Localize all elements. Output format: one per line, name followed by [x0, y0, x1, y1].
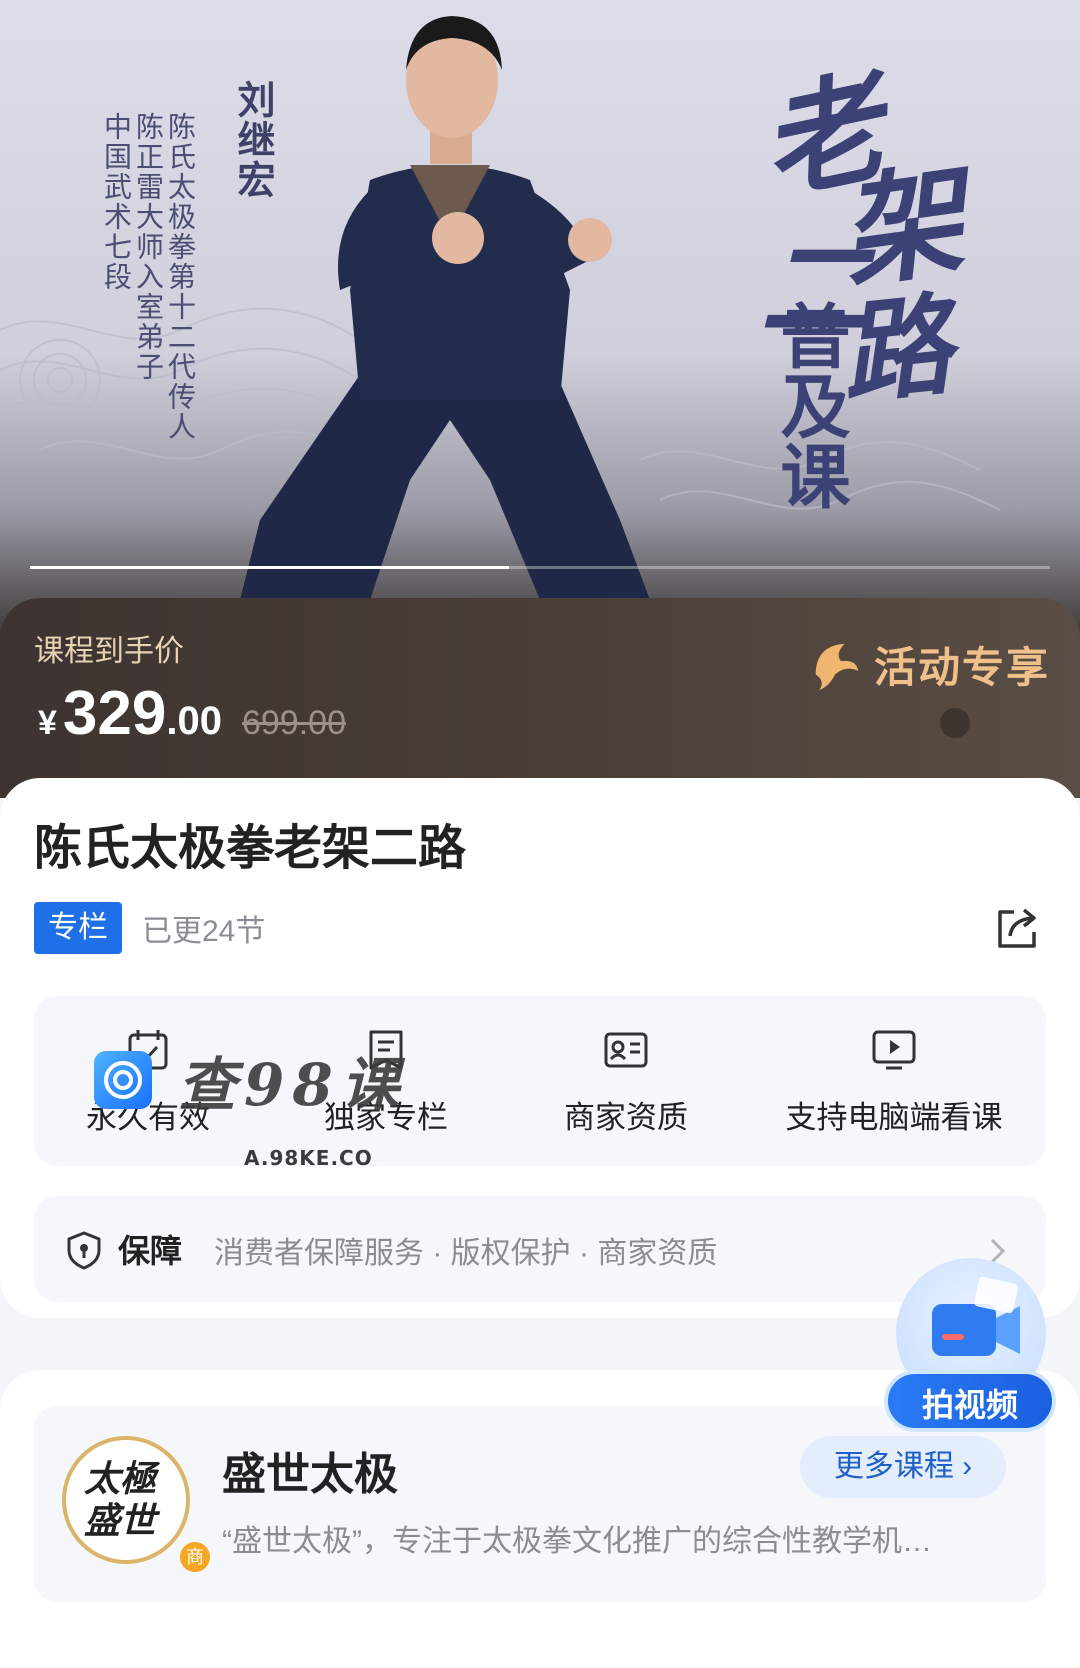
guarantee-items: 消费者保障服务 · 版权保护 · 商家资质: [214, 1237, 718, 1270]
shop-avatar[interactable]: 太極盛世: [62, 1436, 190, 1564]
decor-dot: [940, 708, 970, 738]
monitor-play-icon: [872, 1030, 916, 1070]
price-band: 课程到手价 ¥329.00 699.00 活动专享: [0, 598, 1080, 798]
more-courses-label: 更多课程: [833, 1450, 954, 1483]
course-info-card: 陈氏太极拳老架二路 专栏 已更24节 永久有效 独家专栏 商家资质 支持电脑端看…: [0, 778, 1080, 1318]
update-status: 已更24节: [142, 915, 266, 948]
promo-tag: 活动专享: [806, 634, 1050, 695]
feature-label: 商家资质: [564, 1100, 688, 1135]
shield-icon: [67, 1231, 101, 1270]
shop-description: “盛世太极”，专注于太极拳文化推广的综合性教学机…: [222, 1525, 932, 1558]
shoot-video-label: 拍视频: [884, 1370, 1056, 1432]
currency-symbol: ¥: [38, 704, 57, 742]
carousel-progress-bar: [30, 566, 1050, 569]
feature-list: 永久有效 独家专栏 商家资质 支持电脑端看课 查98课 A.98KE.CO: [34, 996, 1046, 1170]
poster-subtitle: 普及课: [769, 300, 852, 510]
original-price: 699.00: [241, 704, 346, 742]
price-integer: 329: [62, 679, 167, 748]
column-badge: 专栏: [34, 902, 122, 954]
course-cover-banner[interactable]: 刘继宏 陈氏太极拳第十二代传人 陈正雷大师入室弟子 中国武术七段 老 架 二 路…: [0, 0, 1080, 640]
promo-label: 活动专享: [873, 644, 1050, 691]
feature-item: 商家资质: [506, 1026, 746, 1137]
watermark-text: 查98课: [178, 1051, 407, 1119]
teacher-title: 中国武术七段: [100, 112, 133, 292]
course-title: 陈氏太极拳老架二路: [34, 822, 467, 875]
price-row: ¥329.00 699.00: [38, 678, 346, 749]
chevron-right-icon: ›: [962, 1450, 973, 1483]
feature-label: 支持电脑端看课: [785, 1100, 1003, 1135]
watermark-overlay: 查98课 A.98KE.CO: [94, 1038, 407, 1170]
feature-item: 支持电脑端看课: [744, 1026, 1044, 1137]
watermark-url: A.98KE.CO: [244, 1146, 373, 1170]
more-courses-button[interactable]: 更多课程 ›: [800, 1436, 1006, 1498]
guarantee-title: 保障: [118, 1233, 183, 1269]
price-decimal: .00: [166, 699, 222, 743]
carousel-progress-fill: [30, 566, 510, 569]
shop-logo-text: 太極盛世: [84, 1458, 157, 1542]
share-icon[interactable]: [992, 902, 1044, 954]
id-card-icon: [604, 1032, 648, 1068]
shop-info[interactable]: 太極盛世 商 盛世太极 更多课程 › “盛世太极”，专注于太极拳文化推广的综合性…: [34, 1406, 1046, 1602]
dolphin-promo-icon: [815, 643, 859, 690]
camera-icon: [932, 1276, 1020, 1356]
shoot-video-button[interactable]: 拍视频: [884, 1258, 1056, 1434]
price-caption: 课程到手价: [34, 635, 184, 668]
merchant-badge: 商: [180, 1542, 210, 1572]
teacher-photo: [240, 16, 650, 600]
shop-name: 盛世太极: [222, 1450, 398, 1499]
watermark-logo-icon: [94, 1051, 152, 1109]
